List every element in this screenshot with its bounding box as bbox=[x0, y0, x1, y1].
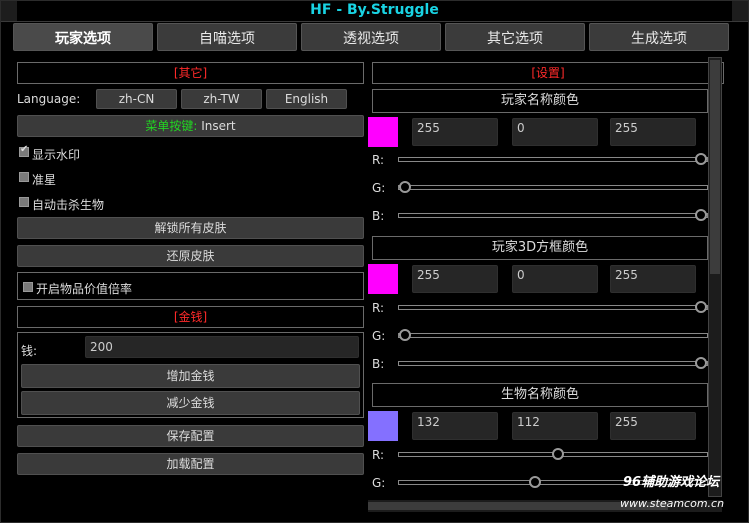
player-box-b-label: B: bbox=[372, 357, 385, 371]
player-box-g-input[interactable]: 0 bbox=[512, 265, 598, 293]
player-name-r-input[interactable]: 255 bbox=[412, 118, 498, 146]
player-name-color-title: 玩家名称颜色 bbox=[372, 89, 708, 113]
auto-kill-label: 自动击杀生物 bbox=[32, 198, 105, 212]
show-watermark-checkbox[interactable]: ✔ bbox=[19, 144, 29, 157]
player-name-b-label: B: bbox=[372, 209, 385, 223]
tab-esp-options[interactable]: 透视选项 bbox=[301, 23, 441, 51]
tab-other-options[interactable]: 其它选项 bbox=[445, 23, 585, 51]
app-window: HF - By.Struggle 玩家选项 自喵选项 透视选项 其它选项 生成选… bbox=[0, 0, 749, 523]
money-label: 钱: bbox=[21, 344, 38, 358]
settings-section-header: [设置] bbox=[372, 62, 724, 84]
tab-player-options[interactable]: 玩家选项 bbox=[13, 23, 153, 51]
creature-name-b-input[interactable]: 255 bbox=[610, 412, 696, 440]
item-value-group: 开启物品价值倍率 bbox=[17, 272, 364, 300]
creature-name-color-title: 生物名称颜色 bbox=[372, 383, 708, 407]
settings-vertical-scrollbar[interactable] bbox=[708, 57, 722, 497]
watermark-url: www.steamcom.cn bbox=[620, 497, 725, 510]
creature-name-color-swatch[interactable] bbox=[368, 411, 398, 441]
creature-name-r-label: R: bbox=[372, 448, 385, 462]
creature-name-g-input[interactable]: 112 bbox=[512, 412, 598, 440]
player-name-b-input[interactable]: 255 bbox=[610, 118, 696, 146]
title-bar-right-cap bbox=[732, 1, 748, 21]
tab-aim-options[interactable]: 自喵选项 bbox=[157, 23, 297, 51]
item-value-checkbox[interactable] bbox=[23, 282, 33, 292]
player-name-g-slider[interactable] bbox=[398, 181, 708, 193]
restore-skins-button[interactable]: 还原皮肤 bbox=[17, 245, 364, 267]
language-label: Language: bbox=[17, 92, 81, 106]
language-zh-tw-button[interactable]: zh-TW bbox=[181, 89, 262, 109]
player-box-color-swatch[interactable] bbox=[368, 264, 398, 294]
auto-kill-checkbox[interactable] bbox=[19, 197, 29, 207]
player-name-r-label: R: bbox=[372, 153, 385, 167]
money-section-header: [金钱] bbox=[17, 306, 364, 328]
other-section-header: [其它] bbox=[17, 62, 364, 84]
player-name-g-label: G: bbox=[372, 181, 386, 195]
vertical-scroll-thumb[interactable] bbox=[710, 60, 720, 274]
player-name-r-knob[interactable] bbox=[695, 153, 707, 165]
creature-name-r-input[interactable]: 132 bbox=[412, 412, 498, 440]
player-box-r-input[interactable]: 255 bbox=[412, 265, 498, 293]
player-box-g-knob[interactable] bbox=[399, 329, 411, 341]
item-value-label: 开启物品价值倍率 bbox=[36, 282, 133, 296]
menu-key-button[interactable]: 菜单按键: Insert bbox=[17, 115, 364, 137]
menu-key-value: Insert bbox=[201, 119, 236, 133]
player-box-r-label: R: bbox=[372, 301, 385, 315]
player-box-r-slider[interactable] bbox=[398, 301, 708, 313]
player-box-g-label: G: bbox=[372, 329, 386, 343]
crosshair-checkbox[interactable] bbox=[19, 172, 29, 182]
tab-spawn-options[interactable]: 生成选项 bbox=[589, 23, 729, 51]
player-name-r-slider[interactable] bbox=[398, 153, 708, 165]
language-english-button[interactable]: English bbox=[266, 89, 347, 109]
watermark-title: 96辅助游戏论坛 bbox=[623, 475, 720, 490]
player-name-g-input[interactable]: 0 bbox=[512, 118, 598, 146]
player-box-r-knob[interactable] bbox=[695, 301, 707, 313]
add-money-button[interactable]: 增加金钱 bbox=[21, 364, 360, 388]
crosshair-label: 准星 bbox=[32, 173, 57, 187]
player-name-b-knob[interactable] bbox=[695, 209, 707, 221]
creature-name-g-knob[interactable] bbox=[528, 476, 541, 488]
language-zh-cn-button[interactable]: zh-CN bbox=[96, 89, 177, 109]
show-watermark-label: 显示水印 bbox=[32, 148, 81, 162]
player-box-b-knob[interactable] bbox=[695, 357, 707, 369]
player-box-b-input[interactable]: 255 bbox=[610, 265, 696, 293]
player-name-color-swatch[interactable] bbox=[368, 117, 398, 147]
creature-name-g-label: G: bbox=[372, 476, 386, 490]
title-bar: HF - By.Struggle bbox=[1, 1, 748, 22]
money-group: 钱: 200 增加金钱 减少金钱 bbox=[17, 332, 364, 418]
player-box-b-slider[interactable] bbox=[398, 357, 708, 369]
player-name-g-knob[interactable] bbox=[399, 181, 411, 193]
save-config-button[interactable]: 保存配置 bbox=[17, 425, 364, 447]
player-name-b-slider[interactable] bbox=[398, 209, 708, 221]
creature-name-r-knob[interactable] bbox=[552, 448, 565, 460]
player-box-g-slider[interactable] bbox=[398, 329, 708, 341]
reduce-money-button[interactable]: 减少金钱 bbox=[21, 391, 360, 415]
player-box-color-title: 玩家3D方框颜色 bbox=[372, 236, 708, 260]
creature-name-r-slider[interactable] bbox=[398, 448, 708, 460]
load-config-button[interactable]: 加载配置 bbox=[17, 453, 364, 475]
money-input[interactable]: 200 bbox=[85, 336, 359, 358]
unlock-skins-button[interactable]: 解锁所有皮肤 bbox=[17, 217, 364, 239]
menu-key-label: 菜单按键: bbox=[145, 119, 198, 133]
window-title: HF - By.Struggle bbox=[310, 2, 439, 18]
